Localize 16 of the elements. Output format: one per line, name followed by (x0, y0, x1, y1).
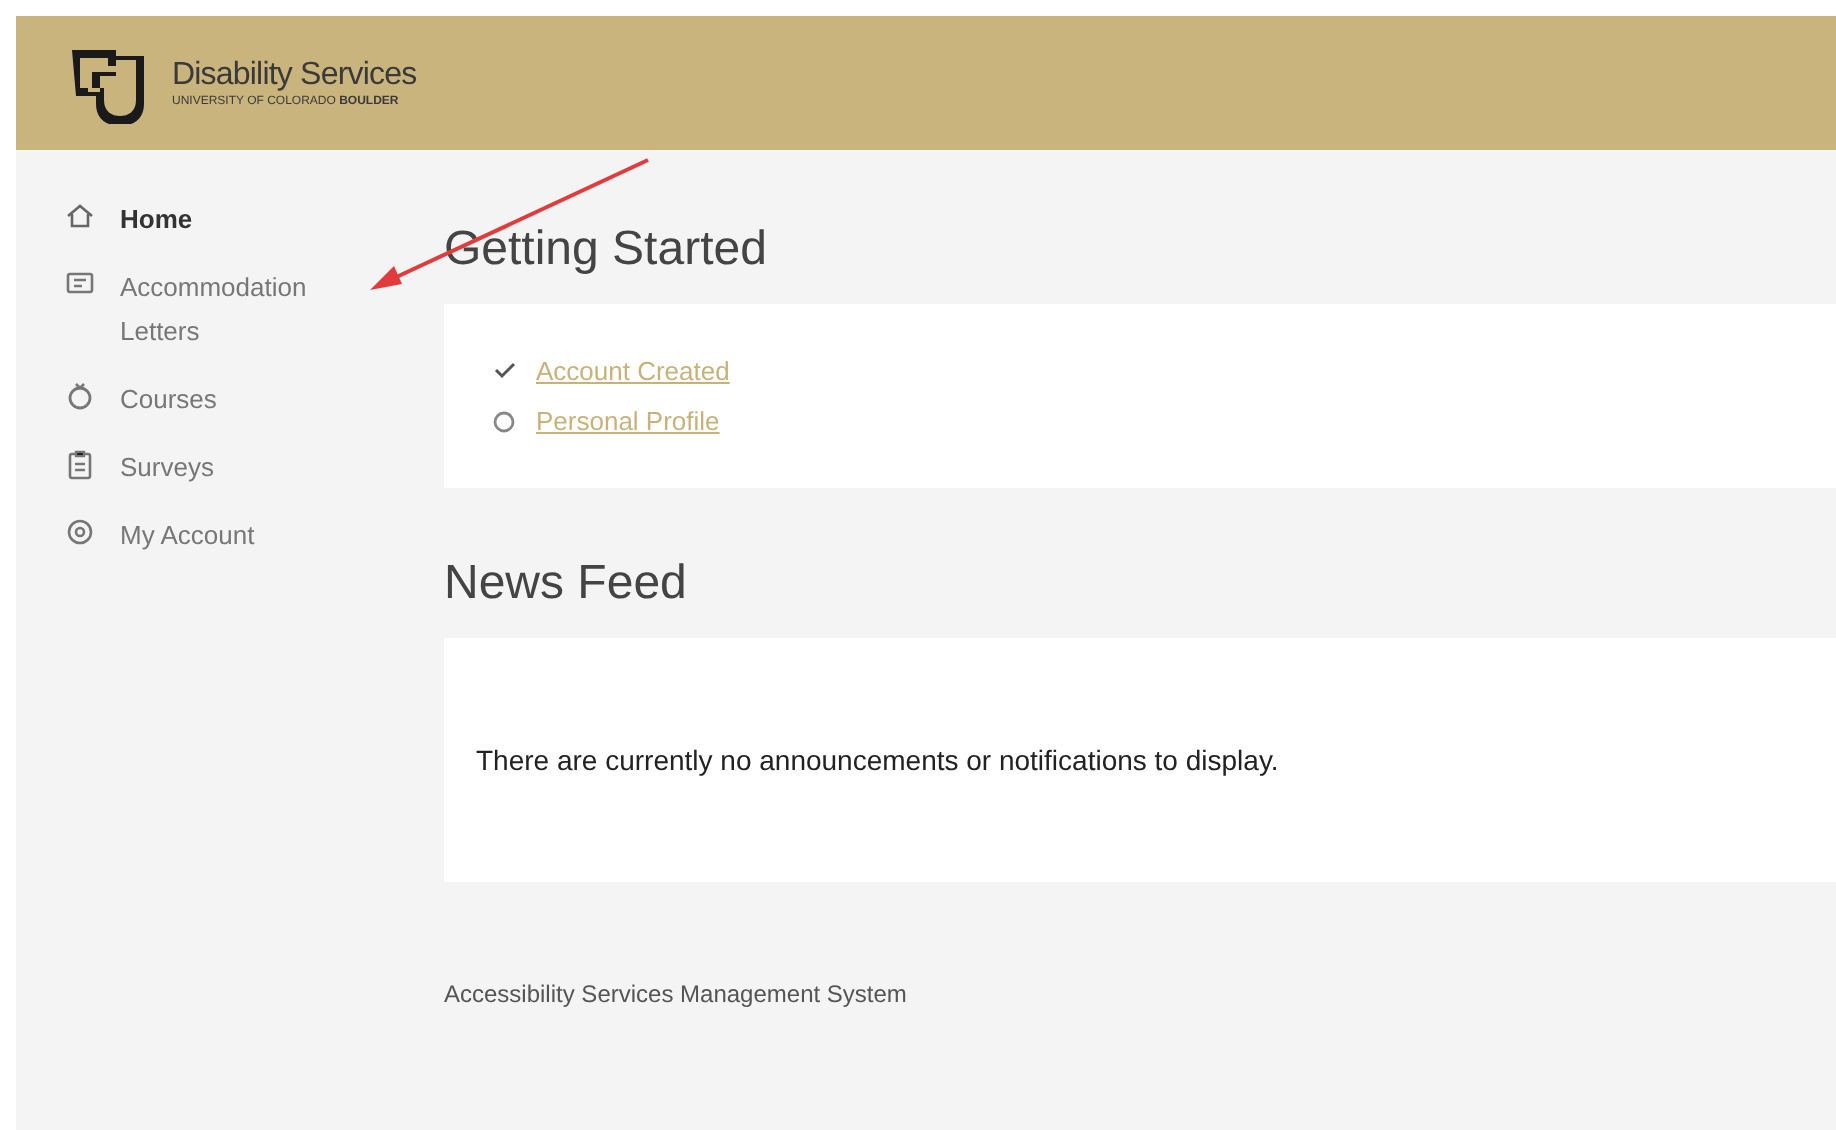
site-title: Disability Services (172, 55, 417, 95)
gear-icon (64, 516, 96, 548)
step-link[interactable]: Account Created (536, 351, 730, 390)
footer-text: Accessibility Services Management System (444, 978, 909, 1012)
home-icon (64, 200, 96, 232)
step-link[interactable]: Personal Profile (536, 402, 720, 441)
sidebar-link[interactable]: Courses (120, 378, 340, 422)
clipboard-icon (64, 448, 96, 480)
sidebar-link[interactable]: Home (120, 198, 340, 242)
apple-icon (64, 380, 96, 412)
sidebar-link[interactable]: Surveys (120, 446, 340, 490)
section-heading: News Feed (444, 560, 689, 608)
sidebar-link[interactable]: Accommodation Letters (120, 266, 340, 354)
section-heading: Getting Started (444, 226, 769, 274)
empty-message: There are currently no announcements or notifications to display. (476, 741, 1279, 780)
sidebar-link[interactable]: My Account (120, 514, 340, 558)
